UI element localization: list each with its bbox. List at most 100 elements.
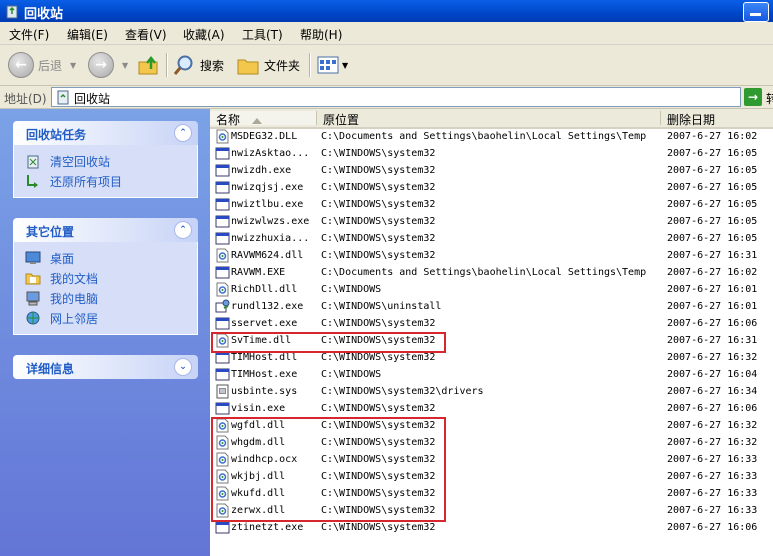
address-value: 回收站 (74, 92, 111, 106)
panel-header[interactable]: 详细信息 ⌄ (13, 355, 198, 379)
computer-icon (26, 291, 40, 306)
column-label: 删除日期 (667, 113, 716, 127)
panel-body: 桌面 我的文档 我的电脑 网上邻居 (13, 242, 198, 335)
file-name: RAVWM.EXE (231, 267, 286, 278)
file-location: C:\WINDOWS\system32 (321, 165, 436, 176)
recycle-bin-icon (6, 5, 18, 19)
file-row[interactable]: TIMHost.exe C:\WINDOWS 2007-6-27 16:04 (210, 366, 773, 383)
file-name: nwizqjsj.exe (231, 182, 304, 193)
panel-title: 其它位置 (26, 225, 75, 239)
desktop-link[interactable]: 桌面 (14, 248, 197, 268)
toolbar: ← 后退 ▼ → ▼ 搜索 文件夹 ▼ (0, 45, 773, 86)
file-deleted-date: 2007-6-27 16:04 (667, 369, 758, 380)
go-label[interactable]: 转 (766, 90, 773, 107)
file-row[interactable]: RichDll.dll C:\WINDOWS 2007-6-27 16:01 (210, 281, 773, 298)
exe-icon (215, 146, 230, 161)
menu-help[interactable]: 帮助(H) (300, 26, 342, 43)
go-button[interactable]: → (744, 88, 762, 106)
panel-header[interactable]: 回收站任务 ⌃ (13, 121, 198, 145)
other-places-panel: 其它位置 ⌃ 桌面 我的文档 我的电脑 网上邻居 (13, 218, 198, 335)
exe-icon (215, 520, 230, 535)
file-deleted-date: 2007-6-27 16:33 (667, 454, 758, 465)
sort-ascending-icon (252, 117, 263, 124)
file-name: RAVWM624.dll (231, 250, 304, 261)
views-button[interactable]: ▼ (316, 51, 348, 79)
file-deleted-date: 2007-6-27 16:05 (667, 165, 758, 176)
file-row[interactable]: usbinte.sys C:\WINDOWS\system32\drivers 20… (210, 383, 773, 400)
address-input[interactable]: 回收站 (51, 87, 741, 107)
file-row[interactable]: nwizzhuxia... C:\WINDOWS\system32 2007-6-2… (210, 230, 773, 247)
file-location: C:\WINDOWS\system32 (321, 403, 436, 414)
exe-icon (215, 214, 230, 229)
my-documents-link[interactable]: 我的文档 (14, 268, 197, 288)
task-pane: 回收站任务 ⌃ 清空回收站 还原所有项目 其它位置 ⌃ 桌面 我的文档 我的电脑… (0, 109, 210, 556)
my-computer-link[interactable]: 我的电脑 (14, 288, 197, 308)
chevron-up-icon[interactable]: ⌃ (174, 221, 192, 239)
search-button[interactable]: 搜索 (172, 51, 224, 79)
panel-title: 回收站任务 (26, 128, 87, 142)
exe-icon (215, 163, 230, 178)
file-row[interactable]: visin.exe C:\WINDOWS\system32 2007-6-27 16… (210, 400, 773, 417)
panel-header[interactable]: 其它位置 ⌃ (13, 218, 198, 242)
back-button[interactable]: ← 后退 ▼ (8, 51, 76, 79)
column-header-deleted[interactable]: 删除日期 (661, 111, 773, 127)
desktop-icon (25, 251, 41, 264)
exe-icon (215, 231, 230, 246)
file-row[interactable]: rundl132.exe C:\WINDOWS\uninstall 2007-6-2… (210, 298, 773, 315)
views-dropdown-icon: ▼ (342, 60, 349, 70)
menu-edit[interactable]: 编辑(E) (67, 26, 108, 43)
exe-icon (215, 401, 230, 416)
empty-recycle-bin-link[interactable]: 清空回收站 (14, 151, 197, 171)
file-row[interactable]: RAVWM.EXE C:\Documents and Settings\baohe… (210, 264, 773, 281)
file-location: C:\WINDOWS\system32 (321, 250, 436, 261)
restore-all-link[interactable]: 还原所有项目 (14, 171, 197, 191)
forward-dropdown-icon: ▼ (122, 60, 129, 70)
up-folder-button[interactable] (137, 51, 161, 79)
file-row[interactable]: MSDEG32.DLL C:\Documents and Settings\bao… (210, 128, 773, 145)
menu-view[interactable]: 查看(V) (125, 26, 167, 43)
chevron-up-icon[interactable]: ⌃ (174, 124, 192, 142)
file-row[interactable]: sservet.exe C:\WINDOWS\system32 2007-6-27 … (210, 315, 773, 332)
file-name: TIMHost.dll (231, 352, 298, 363)
search-label: 搜索 (200, 58, 225, 73)
title-bar: 回收站 (0, 0, 773, 22)
forward-button[interactable]: → ▼ (88, 51, 128, 79)
file-location: C:\WINDOWS\system32 (321, 182, 436, 193)
file-name: visin.exe (231, 403, 286, 414)
network-places-link[interactable]: 网上邻居 (14, 308, 197, 328)
file-location: C:\WINDOWS\system32 (321, 148, 436, 159)
column-header-name[interactable]: 名称 (210, 111, 317, 127)
forward-arrow-icon: → (88, 52, 114, 78)
folders-button[interactable]: 文件夹 (236, 51, 300, 79)
file-row[interactable]: nwizqjsj.exe C:\WINDOWS\system32 2007-6-27… (210, 179, 773, 196)
menu-tools[interactable]: 工具(T) (242, 26, 283, 43)
menu-favorites[interactable]: 收藏(A) (183, 26, 225, 43)
file-row[interactable]: nwiztlbu.exe C:\WINDOWS\system32 2007-6-27… (210, 196, 773, 213)
file-row[interactable]: nwizAsktao... C:\WINDOWS\system32 2007-6-2… (210, 145, 773, 162)
folder-icon (237, 59, 259, 75)
folders-label: 文件夹 (264, 58, 301, 73)
setup-icon (215, 299, 230, 314)
file-deleted-date: 2007-6-27 16:06 (667, 318, 758, 329)
file-name: rundl132.exe (231, 301, 304, 312)
file-row[interactable]: nwizwlwzs.exe C:\WINDOWS\system32 2007-6-2… (210, 213, 773, 230)
file-name: ztinetzt.exe (231, 522, 304, 533)
window-title: 回收站 (24, 7, 64, 22)
file-row[interactable]: RAVWM624.dll C:\WINDOWS\system32 2007-6-27… (210, 247, 773, 264)
column-header-location[interactable]: 原位置 (317, 111, 661, 127)
link-label: 网上邻居 (50, 312, 99, 326)
file-location: C:\WINDOWS (321, 369, 382, 380)
link-label: 桌面 (50, 252, 75, 266)
file-deleted-date: 2007-6-27 16:06 (667, 522, 758, 533)
chevron-down-icon[interactable]: ⌄ (174, 358, 192, 376)
back-dropdown-icon: ▼ (70, 60, 77, 70)
minimize-button[interactable] (743, 2, 769, 22)
link-label: 我的文档 (50, 272, 99, 286)
file-row[interactable]: nwizdh.exe C:\WINDOWS\system32 2007-6-27 1… (210, 162, 773, 179)
file-deleted-date: 2007-6-27 16:01 (667, 301, 758, 312)
menu-file[interactable]: 文件(F) (9, 26, 49, 43)
file-location: C:\WINDOWS\system32 (321, 318, 436, 329)
file-location: C:\WINDOWS\system32 (321, 233, 436, 244)
file-name: nwiztlbu.exe (231, 199, 304, 210)
file-location: C:\WINDOWS\system32\drivers (321, 386, 484, 397)
